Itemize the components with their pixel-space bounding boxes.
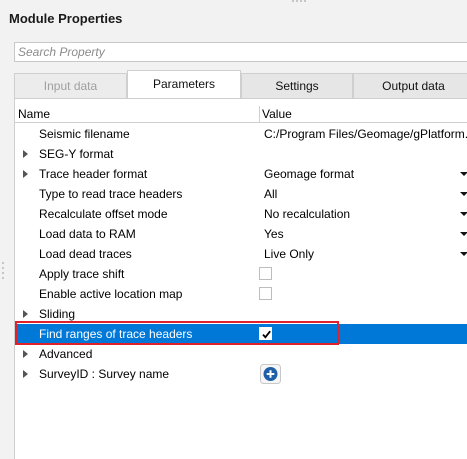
property-row-survey-id[interactable]: SurveyID : Survey name [15,364,467,384]
tab-settings[interactable]: Settings [241,73,353,98]
property-value[interactable]: Live Only [264,247,314,261]
chevron-right-icon[interactable] [23,170,28,178]
tab-output-data[interactable]: Output data [353,73,467,98]
chevron-right-icon[interactable] [23,350,28,358]
property-name: Sliding [39,307,76,321]
check-icon [262,330,271,339]
chevron-down-icon[interactable] [460,212,467,216]
column-header-name[interactable]: Name [18,107,50,121]
property-row-segy-format[interactable]: SEG-Y format [15,144,467,164]
search-input[interactable] [15,43,467,61]
property-name: Enable active location map [39,287,183,301]
checkbox[interactable] [259,267,272,280]
property-row-find-ranges[interactable]: Find ranges of trace headers [15,324,467,344]
property-name: Type to read trace headers [39,187,183,201]
property-row-advanced[interactable]: Advanced [15,344,467,364]
property-name: Recalculate offset mode [39,207,168,221]
property-name: Advanced [39,347,93,361]
chevron-down-icon[interactable] [460,192,467,196]
property-row-trace-header-format[interactable]: Trace header format Geomage format [15,164,467,184]
property-value[interactable]: No recalculation [264,207,350,221]
property-row-sliding[interactable]: Sliding [15,304,467,324]
chevron-right-icon[interactable] [23,310,28,318]
property-value[interactable]: All [264,187,277,201]
property-row-apply-trace-shift[interactable]: Apply trace shift [15,264,467,284]
property-value[interactable]: Geomage format [264,167,354,181]
property-name: SurveyID : Survey name [39,367,170,381]
property-row-load-to-ram[interactable]: Load data to RAM Yes [15,224,467,244]
property-grid: Name Value Seismic filename C:/Program F… [14,98,467,459]
tab-input-data: Input data [14,73,127,98]
search-box[interactable] [14,42,467,62]
splitter-grip-left[interactable] [2,262,6,282]
column-divider[interactable] [259,106,260,122]
property-name: Load data to RAM [39,227,136,241]
property-row-load-dead-traces[interactable]: Load dead traces Live Only [15,244,467,264]
property-name: SEG-Y format [39,147,114,161]
column-header-value[interactable]: Value [262,107,292,121]
property-name: Seismic filename [39,127,130,141]
tab-parameters[interactable]: Parameters [127,70,241,99]
property-value[interactable]: C:/Program Files/Geomage/gPlatform... [264,127,467,141]
property-name: Trace header format [39,167,148,181]
property-row-recalculate-offset[interactable]: Recalculate offset mode No recalculation [15,204,467,224]
chevron-down-icon[interactable] [460,252,467,256]
add-survey-button[interactable] [260,364,281,384]
checkbox[interactable] [259,287,272,300]
chevron-right-icon[interactable] [23,150,28,158]
property-value[interactable]: Yes [264,227,284,241]
checkbox-checked[interactable] [259,327,272,340]
splitter-grip-top[interactable] [292,0,306,3]
property-row-enable-location-map[interactable]: Enable active location map [15,284,467,304]
property-name: Load dead traces [39,247,132,261]
tab-bar: Input data Parameters Settings Output da… [14,70,467,99]
grid-header: Name Value [15,106,467,123]
property-row-type-to-read[interactable]: Type to read trace headers All [15,184,467,204]
property-name: Apply trace shift [39,267,125,281]
property-row-seismic-filename[interactable]: Seismic filename C:/Program Files/Geomag… [15,124,467,144]
chevron-down-icon[interactable] [460,232,467,236]
property-name: Find ranges of trace headers [39,327,193,341]
chevron-down-icon[interactable] [460,172,467,176]
window-title: Module Properties [9,11,123,26]
plus-circle-icon [260,364,281,384]
chevron-right-icon[interactable] [23,370,28,378]
